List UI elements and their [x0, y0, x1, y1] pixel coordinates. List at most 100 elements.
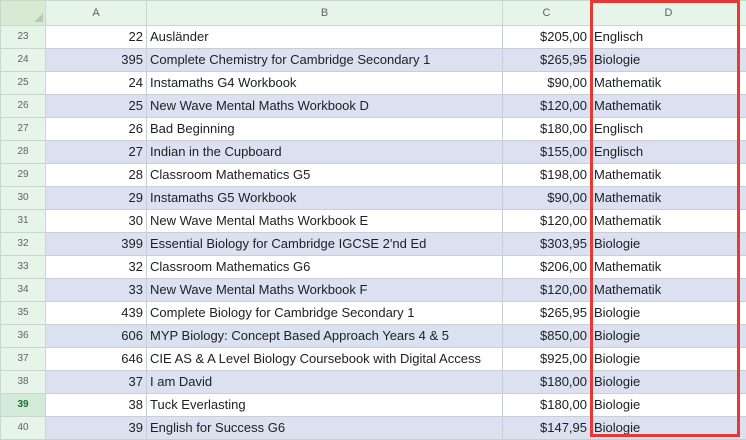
column-header-b[interactable]: B	[146, 0, 503, 26]
cell-c[interactable]: $850,00	[502, 324, 591, 348]
cell-b[interactable]: Complete Chemistry for Cambridge Seconda…	[146, 48, 503, 72]
cell-a[interactable]: 28	[45, 163, 147, 187]
column-header-d[interactable]: D	[590, 0, 746, 26]
cell-b[interactable]: Ausländer	[146, 25, 503, 49]
row-header[interactable]: 32	[0, 232, 46, 256]
cell-d[interactable]: Englisch	[590, 117, 746, 141]
row-header[interactable]: 40	[0, 416, 46, 440]
cell-d[interactable]: Biologie	[590, 301, 746, 325]
cell-b[interactable]: Essential Biology for Cambridge IGCSE 2'…	[146, 232, 503, 256]
cell-b[interactable]: English for Success G6	[146, 416, 503, 440]
cell-b[interactable]: New Wave Mental Maths Workbook D	[146, 94, 503, 118]
row-header[interactable]: 29	[0, 163, 46, 187]
cell-c[interactable]: $90,00	[502, 186, 591, 210]
cell-b[interactable]: Instamaths G5 Workbook	[146, 186, 503, 210]
table-row: 34 33 New Wave Mental Maths Workbook F $120…	[0, 278, 746, 302]
cell-d[interactable]: Mathematik	[590, 71, 746, 95]
cell-d[interactable]: Biologie	[590, 232, 746, 256]
cell-a[interactable]: 32	[45, 255, 147, 279]
table-row: 36 606 MYP Biology: Concept Based Approach…	[0, 324, 746, 348]
cell-d[interactable]: Englisch	[590, 25, 746, 49]
cell-b[interactable]: Complete Biology for Cambridge Secondary…	[146, 301, 503, 325]
cell-c[interactable]: $155,00	[502, 140, 591, 164]
cell-c[interactable]: $120,00	[502, 209, 591, 233]
cell-d[interactable]: Mathematik	[590, 255, 746, 279]
cell-b[interactable]: Bad Beginning	[146, 117, 503, 141]
cell-a[interactable]: 39	[45, 416, 147, 440]
row-header[interactable]: 28	[0, 140, 46, 164]
cell-b[interactable]: Classroom Mathematics G6	[146, 255, 503, 279]
row-header[interactable]: 24	[0, 48, 46, 72]
table-row: 38 37 I am David $180,00 Biologie	[0, 370, 746, 394]
row-header[interactable]: 30	[0, 186, 46, 210]
cell-c[interactable]: $180,00	[502, 370, 591, 394]
row-header[interactable]: 34	[0, 278, 46, 302]
cell-d[interactable]: Biologie	[590, 370, 746, 394]
cell-d[interactable]: Mathematik	[590, 94, 746, 118]
cell-a[interactable]: 439	[45, 301, 147, 325]
cell-c[interactable]: $90,00	[502, 71, 591, 95]
cell-c[interactable]: $925,00	[502, 347, 591, 371]
cell-b[interactable]: New Wave Mental Maths Workbook F	[146, 278, 503, 302]
cell-a[interactable]: 38	[45, 393, 147, 417]
cell-d[interactable]: Biologie	[590, 416, 746, 440]
cell-a[interactable]: 646	[45, 347, 147, 371]
cell-a[interactable]: 24	[45, 71, 147, 95]
cell-d[interactable]: Biologie	[590, 393, 746, 417]
cell-a[interactable]: 26	[45, 117, 147, 141]
cell-a[interactable]: 33	[45, 278, 147, 302]
cell-b[interactable]: Tuck Everlasting	[146, 393, 503, 417]
table-row: 27 26 Bad Beginning $180,00 Englisch	[0, 117, 746, 141]
cell-d[interactable]: Mathematik	[590, 186, 746, 210]
cell-c[interactable]: $180,00	[502, 393, 591, 417]
cell-b[interactable]: MYP Biology: Concept Based Approach Year…	[146, 324, 503, 348]
cell-b[interactable]: New Wave Mental Maths Workbook E	[146, 209, 503, 233]
row-header[interactable]: 31	[0, 209, 46, 233]
cell-c[interactable]: $265,95	[502, 301, 591, 325]
row-header[interactable]: 37	[0, 347, 46, 371]
cell-d[interactable]: Biologie	[590, 48, 746, 72]
cell-a[interactable]: 606	[45, 324, 147, 348]
table-row: 39 38 Tuck Everlasting $180,00 Biologie	[0, 393, 746, 417]
cell-a[interactable]: 22	[45, 25, 147, 49]
cell-a[interactable]: 399	[45, 232, 147, 256]
cell-b[interactable]: I am David	[146, 370, 503, 394]
column-header-c[interactable]: C	[502, 0, 591, 26]
cell-c[interactable]: $303,95	[502, 232, 591, 256]
cell-a[interactable]: 29	[45, 186, 147, 210]
cell-d[interactable]: Mathematik	[590, 163, 746, 187]
cell-b[interactable]: CIE AS & A Level Biology Coursebook with…	[146, 347, 503, 371]
cell-c[interactable]: $205,00	[502, 25, 591, 49]
table-row: 25 24 Instamaths G4 Workbook $90,00 Mathemat…	[0, 71, 746, 95]
cell-a[interactable]: 395	[45, 48, 147, 72]
row-header[interactable]: 25	[0, 71, 46, 95]
cell-c[interactable]: $147,95	[502, 416, 591, 440]
cell-a[interactable]: 27	[45, 140, 147, 164]
row-header[interactable]: 38	[0, 370, 46, 394]
cell-c[interactable]: $198,00	[502, 163, 591, 187]
cell-c[interactable]: $120,00	[502, 278, 591, 302]
cell-c[interactable]: $120,00	[502, 94, 591, 118]
cell-a[interactable]: 25	[45, 94, 147, 118]
cell-a[interactable]: 37	[45, 370, 147, 394]
cell-c[interactable]: $206,00	[502, 255, 591, 279]
cell-b[interactable]: Classroom Mathematics G5	[146, 163, 503, 187]
row-header[interactable]: 39	[0, 393, 46, 417]
cell-c[interactable]: $180,00	[502, 117, 591, 141]
cell-d[interactable]: Biologie	[590, 324, 746, 348]
cell-b[interactable]: Indian in the Cupboard	[146, 140, 503, 164]
cell-d[interactable]: Biologie	[590, 347, 746, 371]
column-header-a[interactable]: A	[45, 0, 147, 26]
cell-c[interactable]: $265,95	[502, 48, 591, 72]
cell-d[interactable]: Mathematik	[590, 209, 746, 233]
row-header[interactable]: 35	[0, 301, 46, 325]
row-header[interactable]: 33	[0, 255, 46, 279]
row-header[interactable]: 36	[0, 324, 46, 348]
row-header[interactable]: 27	[0, 117, 46, 141]
cell-d[interactable]: Englisch	[590, 140, 746, 164]
row-header[interactable]: 26	[0, 94, 46, 118]
cell-b[interactable]: Instamaths G4 Workbook	[146, 71, 503, 95]
row-header[interactable]: 23	[0, 25, 46, 49]
cell-a[interactable]: 30	[45, 209, 147, 233]
cell-d[interactable]: Mathematik	[590, 278, 746, 302]
